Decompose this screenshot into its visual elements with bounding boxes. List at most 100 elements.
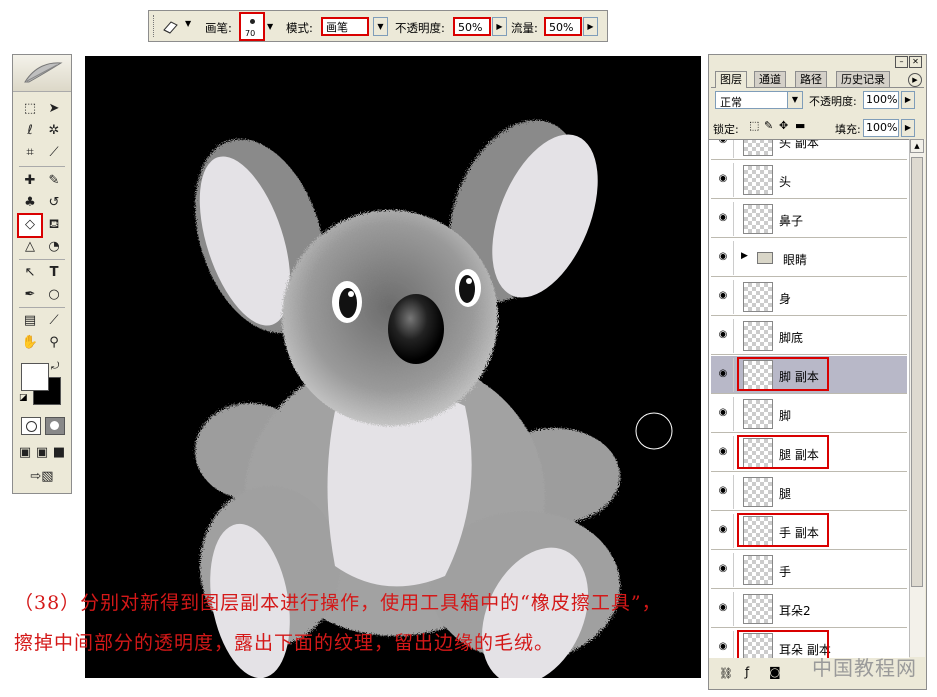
visibility-eye-icon[interactable]: ◉ — [717, 485, 729, 497]
chevron-right-icon[interactable]: ▶ — [901, 119, 915, 137]
path-selection-tool-icon[interactable]: ↖ — [19, 263, 41, 282]
link-cell[interactable] — [733, 553, 734, 587]
mode-dropdown-button[interactable]: ▼ — [373, 17, 388, 36]
layer-row[interactable]: ◉ 身 — [711, 278, 907, 316]
scroll-thumb[interactable] — [911, 157, 923, 587]
chevron-right-icon[interactable]: ▶ — [901, 91, 915, 109]
crop-tool-icon[interactable]: ⌗ — [19, 143, 41, 162]
link-cell[interactable] — [733, 514, 734, 548]
brush-picker[interactable]: 70 — [239, 12, 265, 41]
close-icon[interactable]: ✕ — [909, 56, 922, 68]
link-cell[interactable] — [733, 163, 734, 197]
layer-mask-icon[interactable]: ◙ — [769, 665, 781, 679]
layer-opacity-input[interactable]: 100% — [863, 91, 899, 109]
lock-all-icon[interactable]: ▬ — [795, 119, 805, 132]
tab-channels[interactable]: 通道 — [754, 71, 786, 88]
link-cell[interactable] — [733, 202, 734, 236]
tool-preset-picker[interactable]: ▼ — [161, 17, 195, 36]
history-brush-tool-icon[interactable]: ↺ — [43, 193, 65, 212]
visibility-eye-icon[interactable]: ◉ — [717, 524, 729, 536]
layer-row[interactable]: ◉ 耳朵2 — [711, 590, 907, 628]
visibility-eye-icon[interactable]: ◉ — [717, 368, 729, 380]
quick-mask-button[interactable] — [45, 417, 65, 435]
fill-input[interactable]: 100% — [863, 119, 899, 137]
link-cell[interactable] — [733, 319, 734, 353]
screen-mode-full-menu-icon[interactable]: ▣ — [34, 443, 50, 462]
layer-list-scrollbar[interactable]: ▲ — [909, 139, 925, 657]
screen-mode-standard-icon[interactable]: ▣ — [17, 443, 33, 462]
link-cell[interactable] — [733, 241, 734, 275]
document-canvas[interactable] — [85, 56, 701, 678]
lasso-tool-icon[interactable]: ℓ — [19, 121, 41, 140]
link-cell[interactable] — [733, 631, 734, 658]
link-cell[interactable] — [733, 280, 734, 314]
link-cell[interactable] — [733, 358, 734, 392]
opacity-slider-button[interactable]: ▶ — [492, 17, 507, 36]
swap-colors-icon[interactable]: ⤾ — [51, 361, 59, 372]
link-cell[interactable] — [733, 475, 734, 509]
layer-row[interactable]: ◉ 手 副本 — [711, 512, 907, 550]
magic-wand-tool-icon[interactable]: ✲ — [43, 121, 65, 140]
toolbar-grip[interactable] — [153, 15, 157, 37]
scroll-up-icon[interactable]: ▲ — [910, 139, 924, 153]
visibility-eye-icon[interactable]: ◉ — [717, 602, 729, 614]
ellipse-tool-icon[interactable]: ○ — [43, 285, 65, 304]
link-cell[interactable] — [733, 592, 734, 626]
healing-brush-tool-icon[interactable]: ✚ — [19, 171, 41, 190]
default-colors-icon[interactable]: ◪ — [19, 393, 28, 403]
link-cell[interactable] — [733, 436, 734, 470]
tab-paths[interactable]: 路径 — [795, 71, 827, 88]
visibility-eye-icon[interactable]: ◉ — [717, 212, 729, 224]
group-expand-icon[interactable]: ▶ — [741, 251, 748, 261]
move-tool-icon[interactable]: ➤ — [43, 99, 65, 118]
visibility-eye-icon[interactable]: ◉ — [717, 329, 729, 341]
opacity-input[interactable]: 50% — [453, 17, 491, 36]
toolbox-header[interactable] — [13, 55, 71, 92]
brush-tool-icon[interactable]: ✎ — [43, 171, 65, 190]
marquee-tool-icon[interactable]: ⬚ — [19, 99, 41, 118]
tab-layers[interactable]: 图层 — [715, 71, 747, 88]
visibility-eye-icon[interactable]: ◉ — [717, 446, 729, 458]
visibility-eye-icon[interactable]: ◉ — [717, 140, 729, 146]
pen-tool-icon[interactable]: ✒ — [19, 285, 41, 304]
link-cell[interactable] — [733, 140, 734, 158]
visibility-eye-icon[interactable]: ◉ — [717, 563, 729, 575]
clone-stamp-tool-icon[interactable]: ♣ — [19, 193, 41, 212]
link-cell[interactable] — [733, 397, 734, 431]
visibility-eye-icon[interactable]: ◉ — [717, 173, 729, 185]
layer-row[interactable]: ◉ 头 — [711, 161, 907, 199]
tab-history[interactable]: 历史记录 — [836, 71, 890, 88]
lock-transparency-icon[interactable]: ⬚ — [749, 119, 759, 132]
jump-to-imageready-icon[interactable]: ⇨▧ — [27, 467, 57, 486]
lock-move-icon[interactable]: ✥ — [779, 119, 788, 132]
layer-row[interactable]: ◉ 头 副本 — [711, 140, 907, 160]
layer-row[interactable]: ◉ 鼻子 — [711, 200, 907, 238]
brush-dropdown-icon[interactable]: ▼ — [267, 22, 273, 31]
panel-menu-icon[interactable]: ▶ — [908, 73, 922, 87]
eraser-tool-icon[interactable]: ◇ — [17, 213, 43, 238]
minimize-icon[interactable]: – — [895, 56, 908, 68]
layer-row[interactable]: ◉ ▶ 眼睛 — [711, 239, 907, 277]
layer-row[interactable]: ◉ 脚 副本 — [711, 356, 907, 394]
visibility-eye-icon[interactable]: ◉ — [717, 290, 729, 302]
zoom-tool-icon[interactable]: ⚲ — [43, 333, 65, 352]
slice-tool-icon[interactable]: ⟋ — [43, 143, 65, 162]
standard-mode-button[interactable] — [21, 417, 41, 435]
layer-row[interactable]: ◉ 腿 — [711, 473, 907, 511]
mode-select[interactable]: 画笔 — [321, 17, 369, 36]
eyedropper-tool-icon[interactable]: ⟋ — [43, 311, 65, 330]
paint-bucket-tool-icon[interactable]: ⛾ — [43, 215, 65, 234]
blend-mode-select[interactable]: 正常 ▼ — [715, 91, 803, 109]
lock-paint-icon[interactable]: ✎ — [764, 119, 773, 132]
hand-tool-icon[interactable]: ✋ — [19, 333, 41, 352]
notes-tool-icon[interactable]: ▤ — [19, 311, 41, 330]
screen-mode-full-icon[interactable]: ■ — [51, 443, 67, 462]
dodge-tool-icon[interactable]: ◔ — [43, 237, 65, 256]
type-tool-icon[interactable]: T — [43, 263, 65, 282]
panel-title-bar[interactable]: – ✕ — [709, 55, 926, 69]
visibility-eye-icon[interactable]: ◉ — [717, 251, 729, 263]
flow-slider-button[interactable]: ▶ — [583, 17, 598, 36]
flow-input[interactable]: 50% — [544, 17, 582, 36]
layer-row[interactable]: ◉ 脚 — [711, 395, 907, 433]
layer-row[interactable]: ◉ 腿 副本 — [711, 434, 907, 472]
